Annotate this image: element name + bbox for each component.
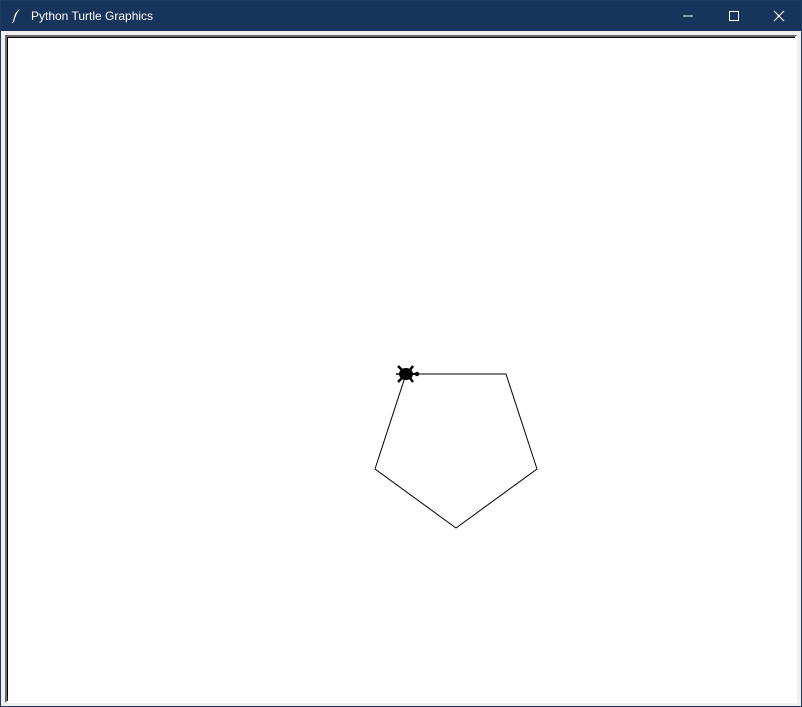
- maximize-icon: [729, 11, 739, 21]
- close-button[interactable]: [756, 1, 802, 31]
- close-icon: [773, 10, 785, 22]
- turtle-canvas[interactable]: [7, 37, 795, 701]
- minimize-icon: [683, 15, 693, 17]
- window-title: Python Turtle Graphics: [31, 9, 154, 23]
- feather-icon: [11, 9, 20, 24]
- pentagon-shape: [374, 373, 538, 529]
- turtle-canvas-frame: [5, 35, 797, 703]
- turtle-icon: [396, 365, 420, 383]
- minimize-button[interactable]: [665, 1, 711, 31]
- title-bar[interactable]: Python Turtle Graphics: [1, 1, 801, 31]
- maximize-button[interactable]: [711, 1, 757, 31]
- turtle-window: Python Turtle Graphics: [0, 0, 802, 707]
